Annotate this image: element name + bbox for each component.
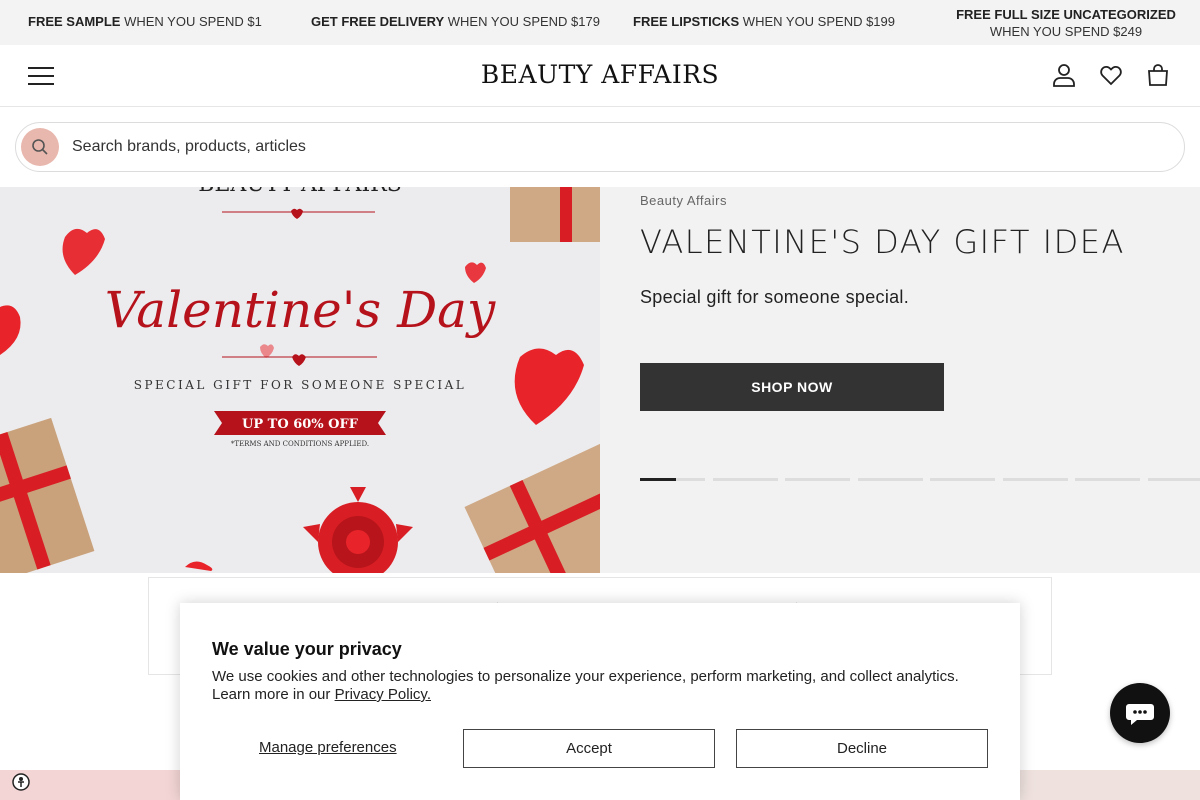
bag-icon[interactable] — [1145, 62, 1171, 88]
hero-title: VALENTINE'S DAY GIFT IDEA — [640, 223, 1125, 261]
carousel-dot[interactable] — [930, 478, 995, 481]
hero-image-brand: BEAUTY AFFAIRS — [198, 187, 402, 197]
carousel-dot[interactable] — [1147, 478, 1200, 481]
decline-button[interactable]: Decline — [736, 729, 988, 768]
hero-image-terms: *TERMS AND CONDITIONS APPLIED. — [231, 440, 369, 448]
hero-image-tagline: SPECIAL GIFT FOR SOMEONE SPECIAL — [134, 378, 467, 392]
privacy-policy-link[interactable]: Privacy Policy. — [335, 686, 431, 703]
carousel-dot[interactable] — [712, 478, 778, 481]
promo-item[interactable]: FREE FULL SIZE UNCATEGORIZED WHEN YOU SP… — [940, 6, 1192, 40]
carousel-indicators — [640, 478, 1200, 482]
cookie-consent-dialog: We value your privacy We use cookies and… — [180, 603, 1020, 800]
promo-item[interactable]: GET FREE DELIVERY WHEN YOU SPEND $179 — [311, 14, 600, 30]
cookie-dialog-title: We value your privacy — [212, 639, 402, 659]
account-icon[interactable] — [1051, 62, 1077, 88]
heart-icon[interactable] — [1098, 62, 1124, 88]
hero-banner: BEAUTY AFFAIRS Valentine's Day SPECIAL G… — [0, 187, 1200, 573]
site-logo[interactable]: BEAUTY AFFAIRS — [478, 60, 722, 89]
search-bar — [0, 107, 1200, 187]
menu-icon[interactable] — [28, 67, 56, 87]
search-field[interactable] — [15, 122, 1185, 172]
hero-brand: Beauty Affairs — [640, 193, 727, 208]
carousel-dot[interactable] — [1075, 478, 1140, 481]
hero-image-offer: UP TO 60% OFF — [242, 417, 359, 432]
site-header: BEAUTY AFFAIRS — [0, 45, 1200, 107]
hero-subtitle: Special gift for someone special. — [640, 287, 910, 307]
chat-icon[interactable] — [1110, 683, 1170, 743]
hero-image-headline: Valentine's Day — [105, 281, 496, 339]
promo-item[interactable]: FREE LIPSTICKS WHEN YOU SPEND $199 — [633, 14, 895, 30]
manage-preferences-link[interactable]: Manage preferences — [259, 739, 397, 756]
carousel-dot-progress — [640, 478, 676, 481]
lower-banner-right[interactable] — [1020, 770, 1200, 800]
carousel-dot[interactable] — [1002, 478, 1068, 481]
promo-item[interactable]: FREE SAMPLE WHEN YOU SPEND $1 — [28, 14, 262, 30]
cookie-dialog-text: We use cookies and other technologies to… — [212, 668, 959, 703]
search-input[interactable] — [72, 132, 1162, 162]
carousel-dot[interactable] — [857, 478, 923, 481]
shop-now-button[interactable]: SHOP NOW — [640, 363, 944, 411]
accept-button[interactable]: Accept — [463, 729, 715, 768]
carousel-dot[interactable] — [785, 478, 850, 481]
hero-image[interactable]: BEAUTY AFFAIRS Valentine's Day SPECIAL G… — [0, 187, 600, 573]
search-icon[interactable] — [21, 128, 59, 166]
promo-bar: FREE SAMPLE WHEN YOU SPEND $1 GET FREE D… — [0, 0, 1200, 45]
accessibility-icon[interactable] — [12, 773, 30, 791]
